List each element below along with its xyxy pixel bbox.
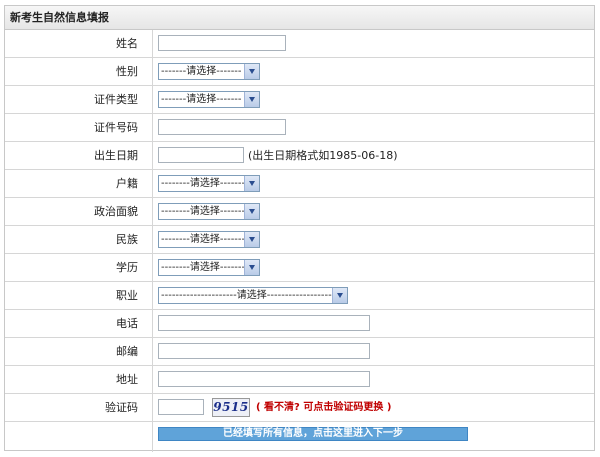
- chevron-down-icon[interactable]: [244, 92, 259, 107]
- chevron-down-icon[interactable]: [244, 64, 259, 79]
- household-select[interactable]: --------请选择-------: [158, 175, 260, 192]
- row-occupation: 职业 ---------------------请选择-------------…: [5, 282, 594, 310]
- row-ethnicity: 民族 --------请选择-------: [5, 226, 594, 254]
- birth-date-input[interactable]: [158, 147, 244, 163]
- political-select[interactable]: --------请选择-------: [158, 203, 260, 220]
- captcha-refresh-hint[interactable]: ( 看不清? 可点击验证码更换 ): [256, 394, 391, 421]
- row-id-number: 证件号码: [5, 114, 594, 142]
- postcode-label: 邮编: [5, 338, 153, 365]
- postcode-input[interactable]: [158, 343, 370, 359]
- id-number-input[interactable]: [158, 119, 286, 135]
- ethnicity-label: 民族: [5, 226, 153, 253]
- chevron-down-icon[interactable]: [332, 288, 347, 303]
- address-input[interactable]: [158, 371, 370, 387]
- gender-select[interactable]: -------请选择-------: [158, 63, 260, 80]
- occupation-label: 职业: [5, 282, 153, 309]
- row-address: 地址: [5, 366, 594, 394]
- education-label: 学历: [5, 254, 153, 281]
- chevron-down-icon[interactable]: [244, 176, 259, 191]
- row-political: 政治面貌 --------请选择-------: [5, 198, 594, 226]
- row-captcha: 验证码 9515 ( 看不清? 可点击验证码更换 ): [5, 394, 594, 422]
- captcha-label: 验证码: [5, 394, 153, 421]
- next-step-button[interactable]: 已经填写所有信息，点击这里进入下一步: [158, 427, 468, 441]
- registration-form: 新考生自然信息填报 姓名 性别 -------请选择------- 证件类型 -…: [4, 5, 595, 452]
- name-input[interactable]: [158, 35, 286, 51]
- form-title: 新考生自然信息填报: [5, 6, 594, 30]
- education-select[interactable]: --------请选择-------: [158, 259, 260, 276]
- row-household: 户籍 --------请选择-------: [5, 170, 594, 198]
- row-id-type: 证件类型 -------请选择-------: [5, 86, 594, 114]
- row-birth-date: 出生日期 (出生日期格式如1985-06-18): [5, 142, 594, 170]
- name-label: 姓名: [5, 30, 153, 57]
- row-name: 姓名: [5, 30, 594, 58]
- birth-date-format-hint: (出生日期格式如1985-06-18): [248, 149, 398, 162]
- id-number-label: 证件号码: [5, 114, 153, 141]
- row-phone: 电话: [5, 310, 594, 338]
- row-education: 学历 --------请选择-------: [5, 254, 594, 282]
- chevron-down-icon[interactable]: [244, 260, 259, 275]
- chevron-down-icon[interactable]: [244, 232, 259, 247]
- address-label: 地址: [5, 366, 153, 393]
- chevron-down-icon[interactable]: [244, 204, 259, 219]
- household-label: 户籍: [5, 170, 153, 197]
- phone-label: 电话: [5, 310, 153, 337]
- row-submit: 已经填写所有信息，点击这里进入下一步: [5, 422, 594, 452]
- occupation-select[interactable]: ---------------------请选择----------------…: [158, 287, 348, 304]
- captcha-input[interactable]: [158, 399, 204, 415]
- gender-label: 性别: [5, 58, 153, 85]
- id-type-select[interactable]: -------请选择-------: [158, 91, 260, 108]
- row-gender: 性别 -------请选择-------: [5, 58, 594, 86]
- row-postcode: 邮编: [5, 338, 594, 366]
- birth-date-label: 出生日期: [5, 142, 153, 169]
- ethnicity-select[interactable]: --------请选择-------: [158, 231, 260, 248]
- phone-input[interactable]: [158, 315, 370, 331]
- id-type-label: 证件类型: [5, 86, 153, 113]
- captcha-image[interactable]: 9515: [212, 398, 250, 417]
- political-label: 政治面貌: [5, 198, 153, 225]
